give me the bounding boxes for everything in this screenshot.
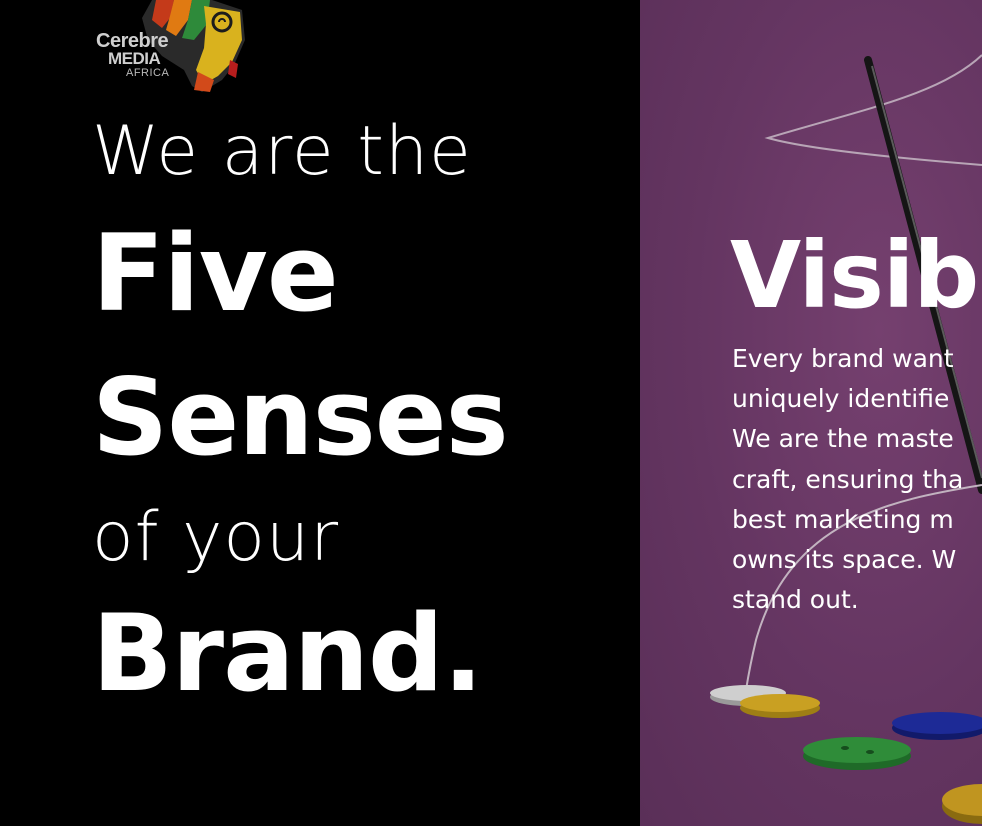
paragraph-line: best marketing m	[732, 504, 954, 534]
paragraph-line: craft, ensuring tha	[732, 464, 964, 494]
logo-text-media: MEDIA	[108, 49, 161, 68]
panel-heading: Visib	[730, 222, 979, 329]
hero-line-senses: Senses	[92, 356, 509, 479]
hero-line-brand: Brand.	[92, 592, 483, 715]
paragraph-line: owns its space. W	[732, 545, 957, 575]
paragraph-line: Every brand want	[732, 344, 954, 373]
hero-line-of-your: of your	[92, 498, 340, 577]
logo-text-africa: AFRICA	[126, 67, 170, 79]
panel-paragraph: Every brand want uniquely identifie We a…	[732, 339, 982, 620]
paragraph-line: uniquely identifie	[732, 384, 950, 414]
paragraph-line: stand out.	[732, 585, 859, 615]
paragraph-line: We are the maste	[732, 424, 954, 454]
hero-line-we-are-the: We are the	[92, 112, 472, 191]
brand-logo[interactable]: Cerebre MEDIA AFRICA	[92, 0, 252, 96]
hero-line-five: Five	[92, 212, 339, 335]
